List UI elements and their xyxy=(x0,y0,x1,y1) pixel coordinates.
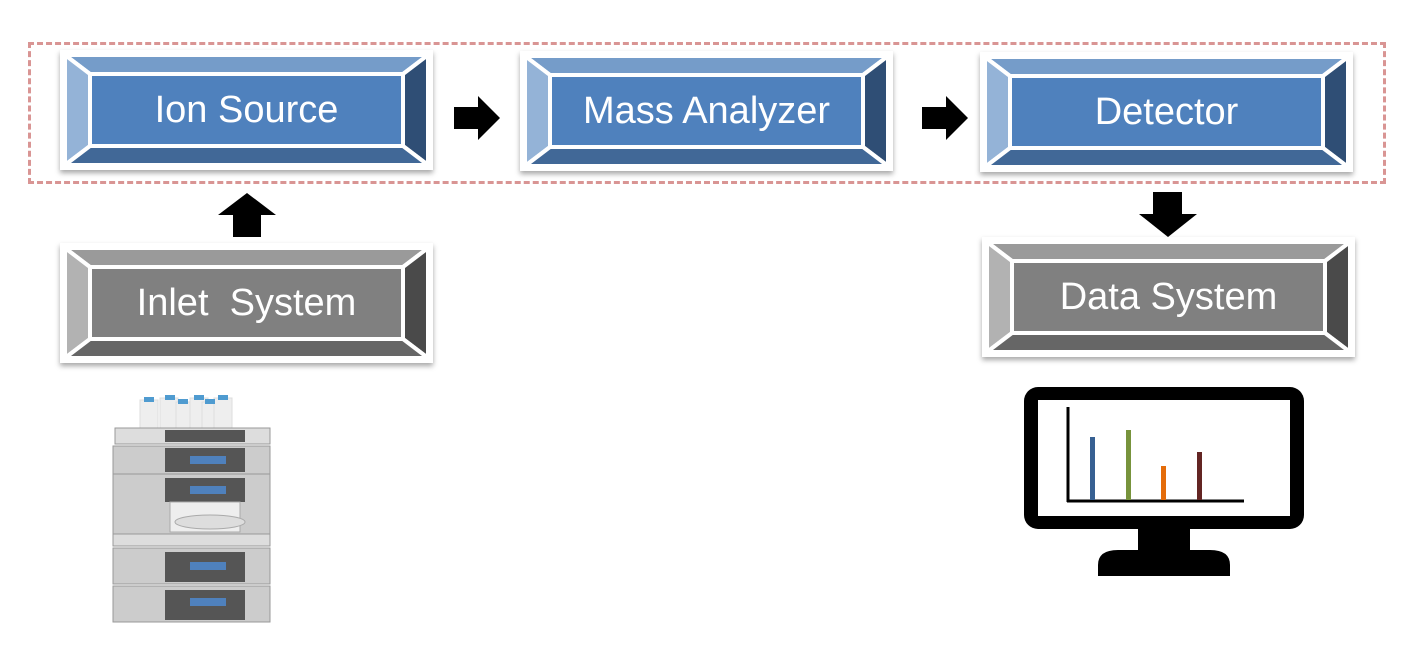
data-system-label: Data System xyxy=(1059,275,1278,318)
lc-instrument-stack-icon xyxy=(112,395,271,623)
mass-analyzer-label: Mass Analyzer xyxy=(582,89,831,132)
arrow-down-icon xyxy=(1139,192,1197,237)
arrow-right-icon xyxy=(454,96,500,140)
chart-bar xyxy=(1161,466,1166,500)
mass-analyzer-box: Mass Analyzer xyxy=(520,51,893,171)
arrow-right-icon xyxy=(922,96,968,140)
chart-bar xyxy=(1126,430,1131,500)
chart-bar xyxy=(1197,452,1202,500)
chart-bar xyxy=(1090,437,1095,500)
detector-label: Detector xyxy=(1094,90,1239,133)
monitor-bar-chart-icon xyxy=(1024,387,1304,576)
data-system-box: Data System xyxy=(982,237,1355,357)
arrow-up-icon xyxy=(218,193,276,237)
inlet-system-box: Inlet System xyxy=(60,243,433,363)
detector-box: Detector xyxy=(980,52,1353,172)
ion-source-box: Ion Source xyxy=(60,50,433,170)
ion-source-label: Ion Source xyxy=(154,88,339,131)
inlet-system-label: Inlet System xyxy=(136,281,357,324)
